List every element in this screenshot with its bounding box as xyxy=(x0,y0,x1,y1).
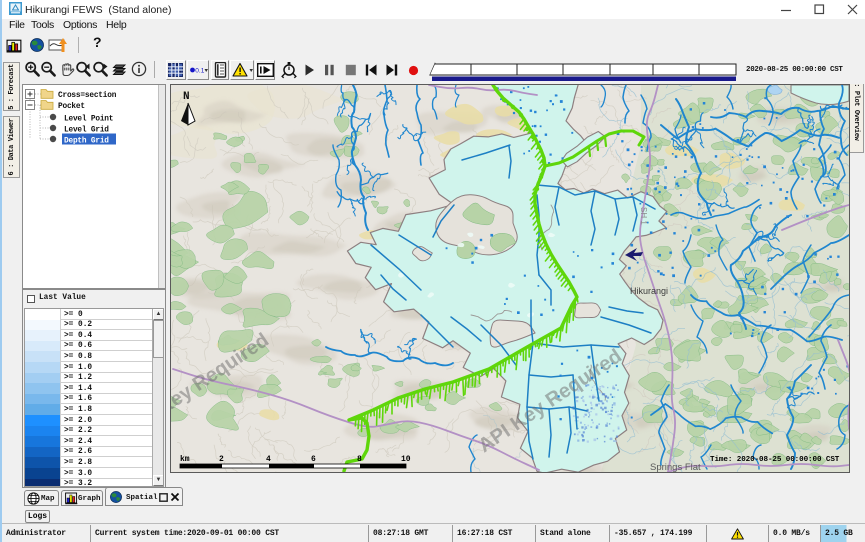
svg-text:Springs Flat: Springs Flat xyxy=(650,462,701,472)
svg-text:4: 4 xyxy=(266,455,271,464)
svg-text:N: N xyxy=(183,91,190,103)
svg-text:Depth Grid: Depth Grid xyxy=(64,138,109,146)
svg-text:6: 6 xyxy=(311,455,316,464)
svg-text:0.1: 0.1 xyxy=(195,68,204,75)
svg-text:2: 2 xyxy=(219,455,224,464)
svg-text:Level Point: Level Point xyxy=(64,116,113,124)
svg-text:Time: 2020-08-25 00:00:00 CST: Time: 2020-08-25 00:00:00 CST xyxy=(710,456,840,464)
svg-text:8: 8 xyxy=(357,455,362,464)
svg-text:10: 10 xyxy=(401,455,411,464)
svg-text:Pocket: Pocket xyxy=(58,103,85,111)
svg-text:SH 1: SH 1 xyxy=(639,207,648,225)
svg-text:km: km xyxy=(180,455,190,464)
svg-text:Level Grid: Level Grid xyxy=(64,127,109,135)
svg-text:Cross=section: Cross=section xyxy=(58,92,117,100)
svg-text:Hikurangi: Hikurangi xyxy=(630,286,668,296)
